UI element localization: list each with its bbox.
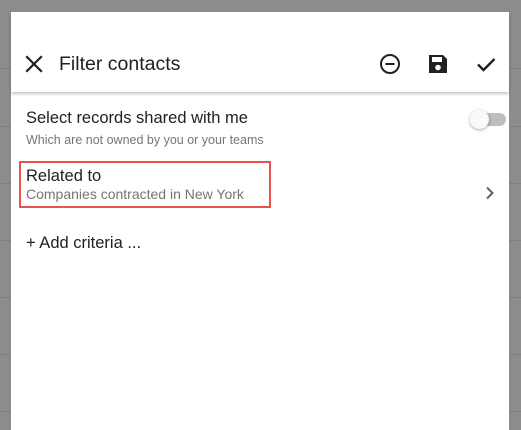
related-to-value: Companies contracted in New York <box>26 186 244 202</box>
add-criteria-link[interactable]: + Add criteria ... <box>26 233 141 253</box>
dialog-title: Filter contacts <box>59 53 181 75</box>
shared-records-toggle[interactable] <box>470 110 510 129</box>
close-icon[interactable] <box>23 53 45 75</box>
related-to-row[interactable]: Related to Companies contracted in New Y… <box>11 160 509 214</box>
filter-dialog: Filter contacts Select records shared wi… <box>11 12 509 430</box>
save-icon[interactable] <box>426 52 450 76</box>
shared-records-subtitle: Which are not owned by you or your teams <box>26 133 264 147</box>
remove-circle-icon[interactable] <box>378 52 402 76</box>
related-to-title: Related to <box>26 167 102 185</box>
shared-records-row: Select records shared with me Which are … <box>26 108 506 154</box>
chevron-right-icon <box>482 185 498 201</box>
dialog-header: Filter contacts <box>11 12 509 92</box>
shared-records-title: Select records shared with me <box>26 109 248 127</box>
toggle-knob <box>470 110 489 129</box>
check-icon[interactable] <box>474 52 498 76</box>
